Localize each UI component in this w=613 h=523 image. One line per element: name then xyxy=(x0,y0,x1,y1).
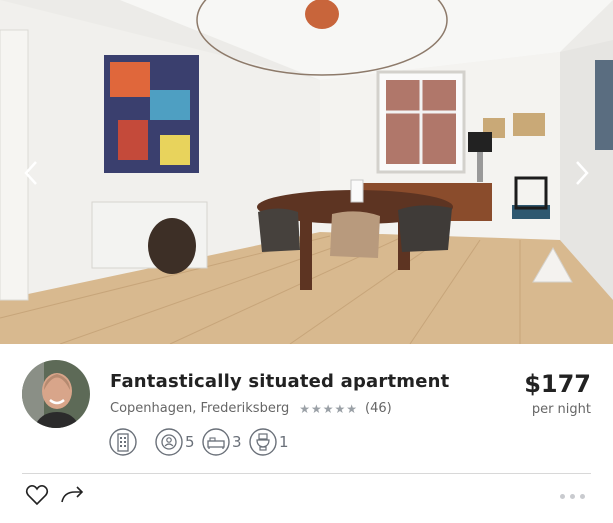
listing-title[interactable]: Fantastically situated apartment xyxy=(110,371,449,392)
divider xyxy=(22,473,591,474)
listing-info: Fantastically situated apartment Copenha… xyxy=(0,344,613,523)
amenity-building xyxy=(109,428,139,456)
heart-icon xyxy=(25,484,49,506)
amenity-guests-value: 5 xyxy=(185,433,195,451)
more-dots-icon xyxy=(570,494,575,499)
share-icon xyxy=(61,486,84,503)
gallery-next-button[interactable] xyxy=(567,158,597,188)
listing-photo[interactable] xyxy=(0,0,613,344)
chevron-right-icon xyxy=(576,161,589,185)
toilet-icon xyxy=(249,428,277,456)
amenity-bedrooms-value: 3 xyxy=(232,433,242,451)
listing-price: $177 xyxy=(524,370,591,398)
star-icon: ★ xyxy=(299,401,310,416)
review-count[interactable]: (46) xyxy=(365,401,392,416)
price-unit: per night xyxy=(531,402,591,417)
amenity-guests: 5 xyxy=(155,428,195,456)
host-avatar[interactable] xyxy=(22,360,90,428)
more-dots-icon xyxy=(580,494,585,499)
host-photo xyxy=(22,360,90,428)
star-icon: ★ xyxy=(346,401,358,416)
favorite-button[interactable] xyxy=(25,484,49,510)
listing-subline: Copenhagen, Frederiksberg ★ ★ ★ ★ ★ (46) xyxy=(110,401,392,416)
listing-card: Fantastically situated apartment Copenha… xyxy=(0,0,613,523)
gallery-prev-button[interactable] xyxy=(16,158,46,188)
building-icon xyxy=(109,428,137,456)
guests-icon xyxy=(155,428,183,456)
more-options-button[interactable] xyxy=(560,494,585,499)
star-icon: ★ xyxy=(322,401,334,416)
star-icon: ★ xyxy=(310,401,322,416)
star-icon: ★ xyxy=(334,401,346,416)
amenity-bathrooms-value: 1 xyxy=(279,433,289,451)
amenity-bedrooms: 3 xyxy=(202,428,242,456)
bed-icon xyxy=(202,428,230,456)
chevron-left-icon xyxy=(24,161,37,185)
rating-stars: ★ ★ ★ ★ ★ xyxy=(299,402,357,416)
more-dots-icon xyxy=(560,494,565,499)
listing-location: Copenhagen, Frederiksberg xyxy=(110,401,290,416)
share-button[interactable] xyxy=(60,484,86,510)
room-image xyxy=(0,0,613,344)
amenity-bathrooms: 1 xyxy=(249,428,289,456)
